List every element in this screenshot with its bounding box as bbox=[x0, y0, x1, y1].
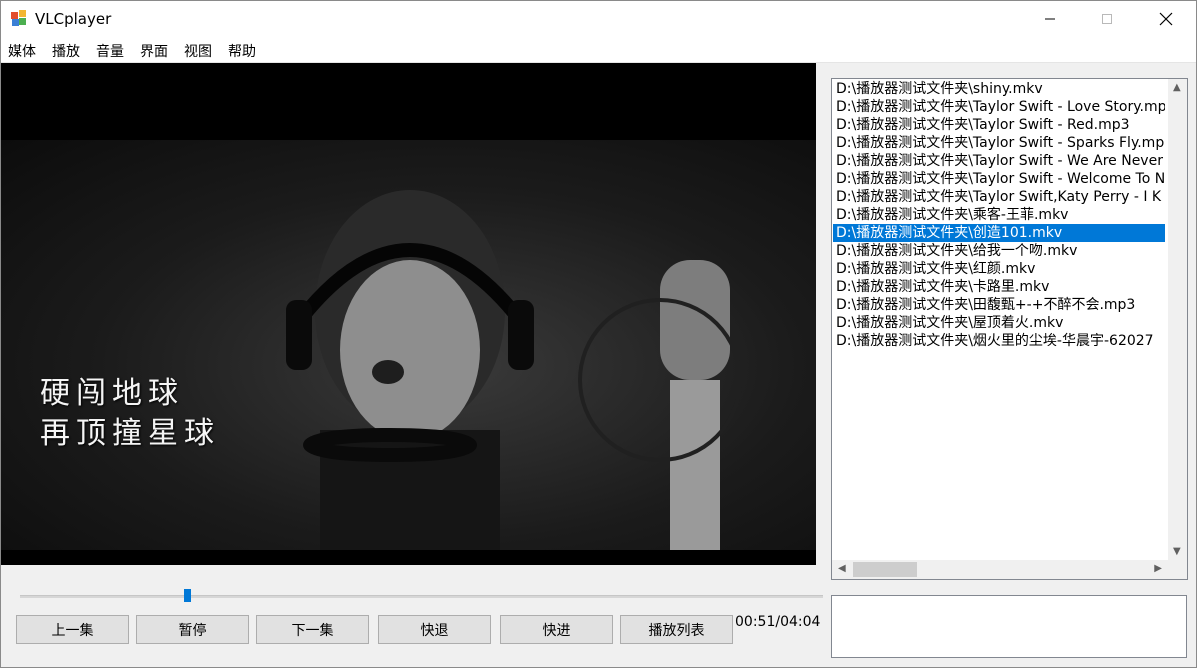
menu-playback[interactable]: 播放 bbox=[52, 41, 80, 61]
pause-button[interactable]: 暂停 bbox=[136, 615, 249, 644]
playlist-item[interactable]: D:\播放器测试文件夹\乘客-王菲.mkv bbox=[833, 206, 1165, 224]
playlist-item[interactable]: D:\播放器测试文件夹\给我一个吻.mkv bbox=[833, 242, 1165, 260]
menu-view[interactable]: 视图 bbox=[184, 41, 212, 61]
title-bar: VLCplayer bbox=[0, 0, 1197, 38]
scroll-left-icon[interactable]: ◀ bbox=[838, 563, 846, 574]
playlist-item[interactable]: D:\播放器测试文件夹\Taylor Swift - Sparks Fly.mp bbox=[833, 134, 1165, 152]
playlist-item[interactable]: D:\播放器测试文件夹\shiny.mkv bbox=[833, 80, 1165, 98]
playlist-item[interactable]: D:\播放器测试文件夹\Taylor Swift - Red.mp3 bbox=[833, 116, 1165, 134]
menu-interface[interactable]: 界面 bbox=[140, 41, 168, 61]
seek-handle[interactable] bbox=[184, 589, 192, 602]
vlc-app-icon bbox=[10, 9, 28, 27]
playlist-item[interactable]: D:\播放器测试文件夹\Taylor Swift - We Are Never bbox=[833, 152, 1165, 170]
playlist-item[interactable]: D:\播放器测试文件夹\Taylor Swift,Katy Perry - I … bbox=[833, 188, 1165, 206]
info-panel bbox=[831, 595, 1187, 658]
minimize-button[interactable] bbox=[1021, 0, 1079, 38]
menu-volume[interactable]: 音量 bbox=[96, 41, 124, 61]
video-frame: 硬闯地球 再顶撞星球 bbox=[0, 140, 816, 550]
close-icon bbox=[1159, 12, 1173, 26]
playlist-item[interactable]: D:\播放器测试文件夹\Taylor Swift - Welcome To N bbox=[833, 170, 1165, 188]
prev-button[interactable]: 上一集 bbox=[16, 615, 129, 644]
time-display: 00:51/04:04 bbox=[735, 614, 821, 630]
menu-bar: 媒体 播放 音量 界面 视图 帮助 bbox=[0, 38, 1197, 63]
playlist-item[interactable]: D:\播放器测试文件夹\Taylor Swift - Love Story.mp bbox=[833, 98, 1165, 116]
close-button[interactable] bbox=[1137, 0, 1195, 38]
menu-help[interactable]: 帮助 bbox=[228, 41, 256, 61]
scroll-up-icon[interactable]: ▲ bbox=[1173, 82, 1181, 93]
menu-media[interactable]: 媒体 bbox=[8, 41, 36, 61]
playlist-panel[interactable]: D:\播放器测试文件夹\shiny.mkv D:\播放器测试文件夹\Taylor … bbox=[831, 78, 1188, 580]
scroll-right-icon[interactable]: ▶ bbox=[1154, 563, 1162, 574]
scrollbar-corner bbox=[1168, 560, 1187, 579]
minimize-icon bbox=[1045, 18, 1055, 20]
playlist-list[interactable]: D:\播放器测试文件夹\shiny.mkv D:\播放器测试文件夹\Taylor … bbox=[833, 80, 1165, 560]
playlist-item[interactable]: D:\播放器测试文件夹\田馥甄+-+不醉不会.mp3 bbox=[833, 296, 1165, 314]
rewind-button[interactable]: 快退 bbox=[378, 615, 491, 644]
scroll-down-icon[interactable]: ▼ bbox=[1173, 546, 1181, 557]
video-display[interactable]: 硬闯地球 再顶撞星球 bbox=[0, 63, 816, 565]
playlist-item[interactable]: D:\播放器测试文件夹\创造101.mkv bbox=[833, 224, 1165, 242]
playlist-item[interactable]: D:\播放器测试文件夹\红颜.mkv bbox=[833, 260, 1165, 278]
maximize-icon bbox=[1102, 14, 1112, 24]
maximize-button[interactable] bbox=[1078, 0, 1136, 38]
video-scene bbox=[286, 190, 742, 550]
playlist-item[interactable]: D:\播放器测试文件夹\卡路里.mkv bbox=[833, 278, 1165, 296]
vertical-scrollbar[interactable]: ▲ ▼ bbox=[1168, 79, 1187, 560]
horizontal-scrollbar[interactable]: ◀ ▶ bbox=[832, 560, 1168, 579]
playlist-item[interactable]: D:\播放器测试文件夹\烟火里的尘埃-华晨宇-62027 bbox=[833, 332, 1165, 350]
next-button[interactable]: 下一集 bbox=[256, 615, 369, 644]
subtitle-line-1: 硬闯地球 bbox=[40, 376, 184, 411]
seek-bar[interactable] bbox=[20, 595, 823, 598]
playlist-item[interactable]: D:\播放器测试文件夹\屋顶着火.mkv bbox=[833, 314, 1165, 332]
playlist-button[interactable]: 播放列表 bbox=[620, 615, 733, 644]
subtitle-line-2: 再顶撞星球 bbox=[40, 416, 220, 451]
window-title: VLCplayer bbox=[35, 10, 112, 28]
forward-button[interactable]: 快进 bbox=[500, 615, 613, 644]
horizontal-scroll-thumb[interactable] bbox=[853, 562, 917, 577]
